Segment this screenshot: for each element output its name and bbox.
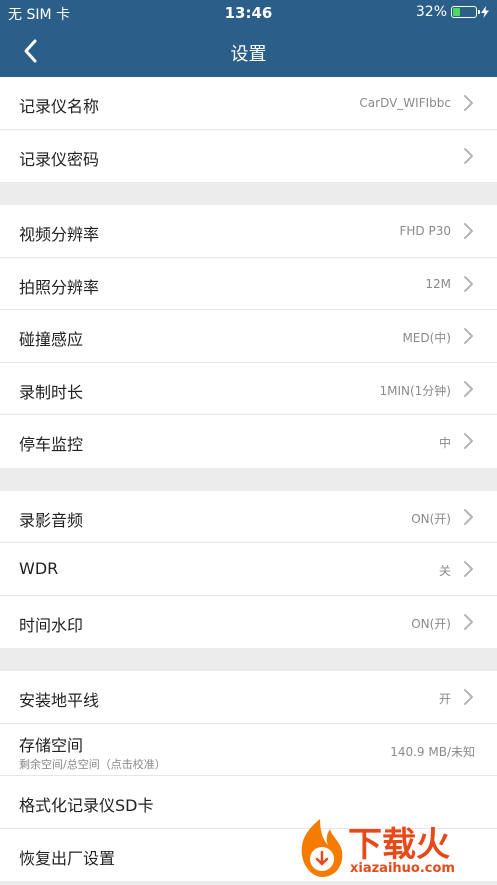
chevron-right-icon bbox=[464, 508, 473, 525]
battery-fill bbox=[453, 8, 460, 16]
settings-row[interactable]: 拍照分辨率 12M bbox=[0, 258, 497, 310]
settings-row-label: 停车监控 bbox=[19, 435, 84, 454]
chevron-right-icon bbox=[464, 147, 473, 164]
settings-row[interactable]: 时间水印 ON(开) bbox=[0, 596, 497, 649]
settings-row[interactable]: WDR 关 bbox=[0, 543, 497, 596]
settings-row-label: 录影音频 bbox=[19, 510, 84, 530]
chevron-right-icon bbox=[464, 561, 473, 577]
settings-row-label: 记录仪名称 bbox=[19, 97, 100, 116]
settings-row-value: ON(开) bbox=[411, 511, 451, 526]
settings-row-sublabel: 剩余空间/总空间（点击校准） bbox=[19, 757, 166, 771]
settings-row-value: MED(中) bbox=[402, 331, 451, 345]
settings-row[interactable]: 记录仪名称 CarDV_WIFIbbc bbox=[0, 77, 497, 130]
settings-row[interactable]: 安装地平线 开 bbox=[0, 671, 497, 724]
status-right: 32% bbox=[416, 4, 489, 20]
chevron-right-icon bbox=[464, 328, 473, 344]
settings-row[interactable]: 录影音频 ON(开) bbox=[0, 491, 497, 543]
charging-bolt-icon bbox=[481, 6, 489, 18]
settings-row[interactable]: 碰撞感应 MED(中) bbox=[0, 310, 497, 363]
battery-icon bbox=[451, 6, 480, 18]
watermark-brand: 下载火 bbox=[348, 825, 450, 865]
chevron-right-icon bbox=[464, 380, 473, 397]
settings-row-label: 碰撞感应 bbox=[19, 330, 84, 349]
group-divider bbox=[0, 648, 497, 671]
settings-row-value: 中 bbox=[438, 436, 451, 450]
settings-row-value: FHD P30 bbox=[399, 224, 452, 238]
settings-group: 视频分辨率 FHD P30 拍照分辨率 12M 碰撞感应 MED(中) 录制时长 1MIN(1… bbox=[0, 205, 497, 468]
settings-row-label: 录制时长 bbox=[19, 382, 84, 402]
settings-row-value: ON(开) bbox=[411, 616, 451, 631]
settings-row-value: CarDV_WIFIbbc bbox=[359, 96, 451, 110]
settings-row-value: 140.9 MB/未知 bbox=[390, 744, 475, 759]
chevron-right-icon bbox=[464, 433, 473, 449]
chevron-right-icon bbox=[464, 223, 473, 239]
settings-group: 记录仪名称 CarDV_WIFIbbc 记录仪密码 bbox=[0, 77, 497, 182]
settings-row[interactable]: 记录仪密码 bbox=[0, 130, 497, 183]
settings-row-label: 恢复出厂设置 bbox=[19, 848, 116, 868]
settings-row-value: 1MIN(1分钟) bbox=[379, 383, 451, 398]
settings-row-value: 12M bbox=[425, 276, 451, 291]
settings-row[interactable]: 录制时长 1MIN(1分钟) bbox=[0, 363, 497, 415]
settings-row-label: 记录仪密码 bbox=[19, 149, 100, 169]
chevron-right-icon bbox=[464, 613, 473, 630]
chevron-right-icon bbox=[464, 275, 473, 292]
settings-row-value: 开 bbox=[438, 692, 451, 706]
page-title: 设置 bbox=[230, 44, 267, 65]
flame-logo-icon bbox=[301, 819, 343, 877]
top-bar: 无 SIM 卡 13:46 32% 设置 bbox=[0, 0, 497, 77]
watermark-domain: xiazaihuo.com bbox=[350, 861, 455, 876]
chevron-right-icon bbox=[464, 689, 473, 705]
settings-list: 记录仪名称 CarDV_WIFIbbc 记录仪密码视频分辨率 FHD P30 拍照分辨率… bbox=[0, 77, 497, 881]
battery-percent: 32% bbox=[415, 4, 447, 20]
settings-row-label: 安装地平线 bbox=[19, 691, 100, 710]
settings-group: 录影音频 ON(开) WDR 关时间水印 ON(开) bbox=[0, 490, 497, 649]
settings-row[interactable]: 视频分辨率 FHD P30 bbox=[0, 205, 497, 258]
settings-row-label: 视频分辨率 bbox=[19, 225, 100, 244]
settings-row-label: 时间水印 bbox=[19, 615, 84, 635]
chevron-right-icon bbox=[464, 95, 473, 111]
settings-row-label: WDR bbox=[19, 559, 59, 578]
status-bar: 无 SIM 卡 13:46 32% bbox=[0, 0, 497, 26]
group-divider bbox=[0, 182, 497, 205]
group-divider bbox=[0, 467, 497, 491]
settings-row[interactable]: 存储空间剩余空间/总空间（点击校准） 140.9 MB/未知 bbox=[0, 724, 497, 776]
watermark: 下载火 xiazaihuo.com bbox=[290, 815, 495, 881]
nav-bar: 设置 bbox=[0, 26, 497, 77]
settings-row-label: 存储空间 bbox=[19, 735, 84, 755]
settings-row-value: 关 bbox=[438, 564, 451, 578]
settings-row-label: 拍照分辨率 bbox=[19, 277, 100, 297]
settings-row[interactable]: 停车监控 中 bbox=[0, 415, 497, 468]
settings-row-label: 格式化记录仪SD卡 bbox=[19, 796, 154, 815]
